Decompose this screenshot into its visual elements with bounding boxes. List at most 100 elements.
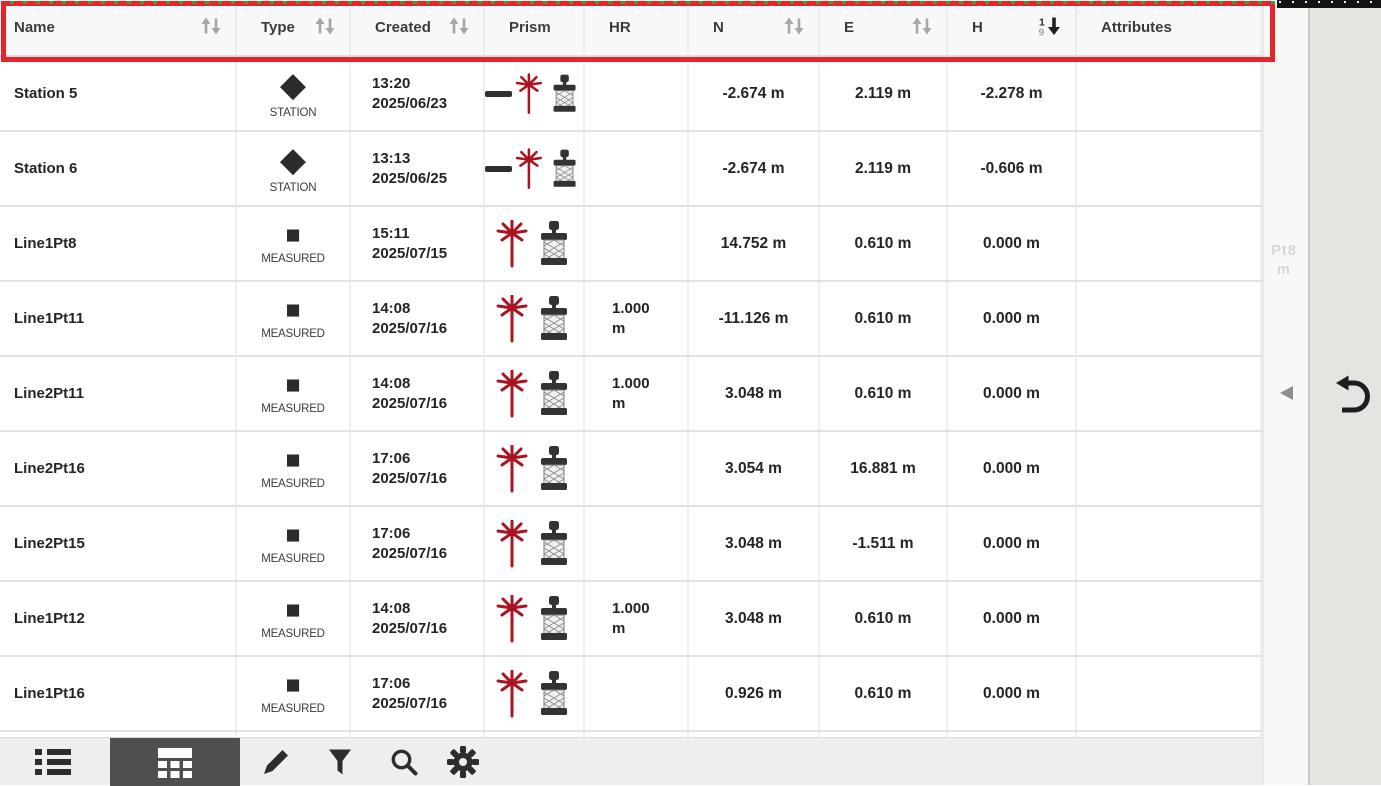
measured-square-icon: ■ [285,523,300,548]
column-header-e[interactable]: E 1 9 [820,0,948,55]
type-label: MEASURED [261,703,325,715]
created-date: 2025/07/16 [372,319,447,339]
cell-height: 0.000 m [948,207,1077,280]
column-header-n[interactable]: N 1 9 [689,0,820,55]
prism-360-icon [532,595,576,643]
cell-easting: 0.610 m [820,207,948,280]
prism-360-icon [532,520,576,568]
e-value: 2.119 m [855,160,911,178]
created-time: 13:20 [372,74,410,94]
cell-hr [585,132,689,205]
search-icon [390,748,418,776]
created-date: 2025/07/16 [372,544,447,564]
type-label: MEASURED [261,628,325,640]
column-header-hr[interactable]: HR 1 9 [585,0,689,55]
table-view-button[interactable] [110,738,240,786]
bottom-toolbar [0,737,1262,785]
prism-360-icon [532,220,576,268]
type-label: STATION [270,107,317,119]
cell-name: Station 5 [0,57,237,130]
h-value: 0.000 m [983,385,1040,403]
edit-icon [261,747,291,777]
table-row[interactable]: Line1Pt11 ◆ ■ MEASURED 14:08 2025/07/16 [0,282,1262,357]
table-row[interactable]: Station 5 ◆ ■ STATION 13:20 2025/06/23 [0,57,1262,132]
measured-square-icon: ■ [285,373,300,398]
type-label: MEASURED [261,328,325,340]
type-label: MEASURED [261,403,325,415]
table-row[interactable]: Line2Pt11 ◆ ■ MEASURED 14:08 2025/07/16 [0,357,1262,432]
created-time: 13:13 [372,149,410,169]
h-value: -0.606 m [980,160,1042,178]
prism-360-icon [546,145,583,193]
column-header-created[interactable]: Created 1 9 [351,0,485,55]
reflectorless-laser-icon [492,370,532,418]
cell-northing: 3.048 m [689,582,820,655]
e-value: 0.610 m [855,235,912,253]
cell-created: 15:11 2025/07/15 [351,207,485,280]
h-value: 0.000 m [983,310,1040,328]
cell-northing: 14.752 m [689,207,820,280]
cell-attributes [1077,432,1262,505]
column-header-type[interactable]: Type 1 9 [237,0,351,55]
cell-type: ◆ ■ MEASURED [237,432,351,505]
table-row[interactable]: Line1Pt12 ◆ ■ MEASURED 14:08 2025/07/16 [0,582,1262,657]
column-label: E [844,19,854,36]
edit-button[interactable] [248,738,304,786]
settings-button[interactable] [435,738,491,786]
column-header-name[interactable]: Name 1 9 [0,0,237,55]
cell-northing: 3.054 m [689,432,820,505]
cell-attributes [1077,132,1262,205]
cell-name: Line2Pt11 [0,357,237,430]
column-label: HR [609,19,631,36]
list-view-button[interactable] [25,738,81,786]
cell-type: ◆ ■ STATION [237,132,351,205]
table-row[interactable]: Line1Pt16 ◆ ■ MEASURED 17:06 2025/07/16 [0,657,1262,732]
column-label: Type [261,19,295,36]
cell-created: 14:08 2025/07/16 [351,282,485,355]
table-header-row: Name 1 9 Type [0,0,1262,57]
n-value: 3.048 m [725,535,782,553]
station-diamond-icon: ◆ [280,143,306,177]
cell-height: 0.000 m [948,357,1077,430]
cell-name: Line1Pt16 [0,657,237,730]
cell-northing: 3.048 m [689,507,820,580]
created-time: 14:08 [372,299,410,319]
cell-hr [585,57,689,130]
cell-created: 13:13 2025/06/25 [351,132,485,205]
e-value: 0.610 m [855,610,912,628]
undo-button[interactable] [1331,373,1373,417]
column-header-prism[interactable]: Prism 1 9 [485,0,585,55]
column-header-h[interactable]: H 1 9 [948,0,1077,55]
type-label: MEASURED [261,553,325,565]
e-value: 2.119 m [855,85,911,103]
column-header-attributes[interactable]: Attributes 1 9 [1077,0,1262,55]
point-name: Station 5 [14,85,77,102]
n-value: -2.674 m [722,85,784,103]
list-view-icon [34,747,72,777]
collapse-panel-arrow-icon[interactable] [1280,386,1293,400]
table-row[interactable]: Line2Pt16 ◆ ■ MEASURED 17:06 2025/07/16 [0,432,1262,507]
search-button[interactable] [376,738,432,786]
top-edge-bar [1277,0,1381,8]
table-row[interactable]: Station 6 ◆ ■ STATION 13:13 2025/06/25 [0,132,1262,207]
cell-name: Line1Pt11 [0,282,237,355]
table-row[interactable]: Line2Pt15 ◆ ■ MEASURED 17:06 2025/07/16 [0,507,1262,582]
created-date: 2025/06/25 [372,169,447,189]
measured-square-icon: ■ [285,673,300,698]
cell-hr [585,657,689,730]
cell-northing: -2.674 m [689,132,820,205]
filter-button[interactable] [312,738,368,786]
cell-type: ◆ ■ MEASURED [237,582,351,655]
point-name: Station 6 [14,160,77,177]
cell-height: -2.278 m [948,57,1077,130]
type-label: MEASURED [261,253,325,265]
created-date: 2025/07/16 [372,469,447,489]
table-row[interactable]: Line1Pt8 ◆ ■ MEASURED 15:11 2025/07/15 [0,207,1262,282]
h-value: 0.000 m [983,610,1040,628]
cell-height: 0.000 m [948,657,1077,730]
sort-updown-icon [313,16,337,39]
cell-northing: -11.126 m [689,282,820,355]
cell-created: 17:06 2025/07/16 [351,507,485,580]
cell-hr: 1.000 m [585,282,689,355]
cell-prism [485,582,585,655]
